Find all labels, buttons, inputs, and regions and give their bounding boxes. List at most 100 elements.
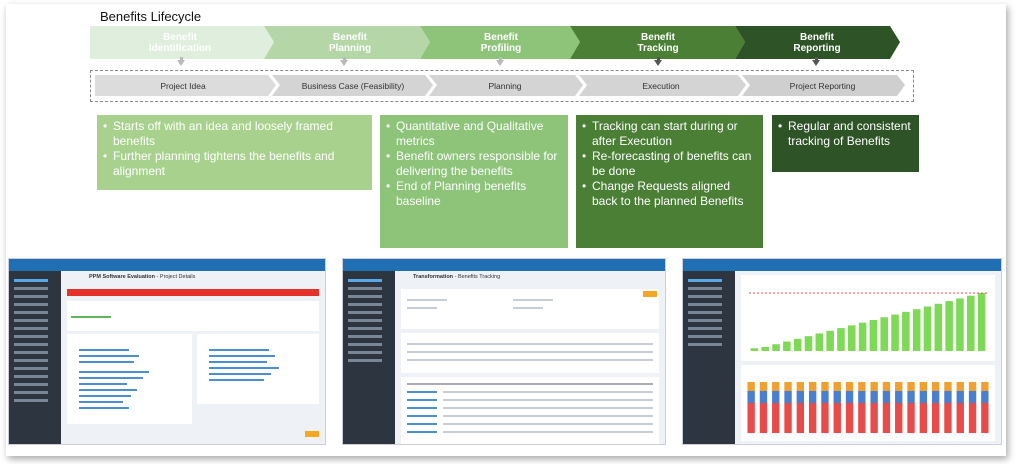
link-line: [79, 401, 123, 403]
sidebar-item[interactable]: [688, 319, 722, 322]
stack-segment: [919, 382, 928, 391]
content-panel: [401, 289, 659, 329]
chart-bar: [815, 333, 824, 351]
table-row[interactable]: [407, 415, 437, 417]
sidebar-item[interactable]: [14, 343, 48, 346]
stack-segment: [981, 391, 989, 403]
table-row[interactable]: [407, 399, 437, 401]
screenshot-heading: PPM Software Evaluation - Project Detail…: [89, 274, 196, 280]
text-line: [407, 307, 437, 309]
sidebar-item[interactable]: [348, 311, 382, 314]
link-line: [79, 377, 143, 379]
table-row[interactable]: [407, 431, 437, 433]
table-row[interactable]: [407, 423, 437, 425]
sidebar-item[interactable]: [688, 279, 722, 282]
table-row: [443, 431, 653, 433]
stack-segment: [944, 391, 952, 403]
description-box-identification: Starts off with an idea and loosely fram…: [97, 115, 372, 190]
stack-segment: [808, 382, 817, 391]
chart-bar: [793, 338, 802, 351]
phase-label: Business Case (Feasibility): [301, 80, 405, 91]
sidebar-item[interactable]: [348, 319, 382, 322]
description-box-reporting: Regular and consistent tracking of Benef…: [772, 115, 919, 172]
app-topbar: [9, 259, 325, 271]
chart-bar: [772, 344, 780, 351]
stack-segment: [956, 403, 964, 433]
table-row[interactable]: [407, 391, 437, 393]
sidebar-item[interactable]: [348, 335, 382, 338]
table-row[interactable]: [407, 407, 437, 409]
sidebar-item[interactable]: [348, 327, 382, 330]
chart-bar: [891, 314, 899, 351]
bullet-item: Tracking can start during or after Execu…: [582, 119, 757, 149]
sidebar-item[interactable]: [14, 351, 48, 354]
chart-bar: [858, 322, 867, 351]
sidebar-item[interactable]: [14, 335, 48, 338]
sidebar-item[interactable]: [14, 391, 48, 394]
sidebar-item[interactable]: [348, 343, 382, 346]
stack-segment: [821, 391, 829, 403]
stack-segment: [833, 391, 841, 403]
sidebar-item[interactable]: [14, 295, 48, 298]
sidebar-item[interactable]: [14, 303, 48, 306]
sidebar-item[interactable]: [348, 351, 382, 354]
action-button[interactable]: [305, 431, 319, 437]
text-line: [513, 307, 543, 309]
sidebar-item[interactable]: [14, 399, 48, 402]
stack-segment: [845, 382, 854, 391]
table-row: [443, 399, 653, 401]
description-box-planning: Quantitative and Qualitative metrics Ben…: [380, 115, 568, 248]
sidebar-item[interactable]: [688, 295, 722, 298]
chart-bar: [966, 295, 975, 351]
stack-segment: [931, 391, 940, 403]
link-line: [209, 373, 271, 375]
sidebar-item[interactable]: [348, 279, 382, 282]
sidebar-item[interactable]: [14, 279, 48, 282]
stack-segment: [919, 403, 928, 433]
chart-bar: [783, 341, 791, 351]
bullet-item: Benefit owners responsible for deliverin…: [386, 149, 562, 179]
sidebar-item[interactable]: [688, 303, 722, 306]
bullet-item: Change Requests aligned back to the plan…: [582, 179, 757, 209]
link-line: [209, 367, 279, 369]
text-line: [407, 351, 653, 353]
sidebar-item[interactable]: [14, 311, 48, 314]
sidebar-item[interactable]: [688, 327, 722, 330]
content-panel: [401, 333, 659, 373]
sidebar-item[interactable]: [14, 287, 48, 290]
sidebar-item[interactable]: [688, 335, 722, 338]
sidebar-item[interactable]: [14, 359, 48, 362]
sidebar-item[interactable]: [14, 327, 48, 330]
table-header: [407, 383, 653, 385]
screenshot-heading: Transformation - Benefits Tracking: [413, 274, 501, 280]
sidebar-item[interactable]: [14, 375, 48, 378]
phase-label: Execution: [642, 80, 680, 91]
link-line: [79, 395, 131, 397]
sidebar-item[interactable]: [348, 295, 382, 298]
action-button[interactable]: [643, 291, 657, 297]
sidebar-item[interactable]: [348, 303, 382, 306]
sidebar-item[interactable]: [688, 343, 722, 346]
stack-segment: [747, 391, 755, 403]
stack-segment: [747, 382, 755, 391]
sidebar-item[interactable]: [348, 359, 382, 362]
progress-bar: [71, 316, 111, 318]
stack-segment: [759, 382, 768, 391]
chart-bar: [804, 336, 813, 351]
sidebar-item[interactable]: [14, 367, 48, 370]
link-line: [209, 361, 267, 363]
sidebar-item[interactable]: [688, 311, 722, 314]
table-row: [443, 391, 653, 393]
stack-segment: [882, 391, 891, 403]
link-line: [79, 389, 137, 391]
link-line: [209, 379, 264, 381]
stack-segment: [772, 382, 780, 391]
bullet-item: Re-forecasting of benefits can be done: [582, 149, 757, 179]
sidebar-item[interactable]: [348, 287, 382, 290]
sidebar-item[interactable]: [14, 383, 48, 386]
sidebar-item[interactable]: [688, 287, 722, 290]
stack-segment: [833, 403, 841, 433]
status-bar: [67, 289, 319, 296]
sidebar-item[interactable]: [14, 319, 48, 322]
stack-segment: [907, 382, 915, 391]
